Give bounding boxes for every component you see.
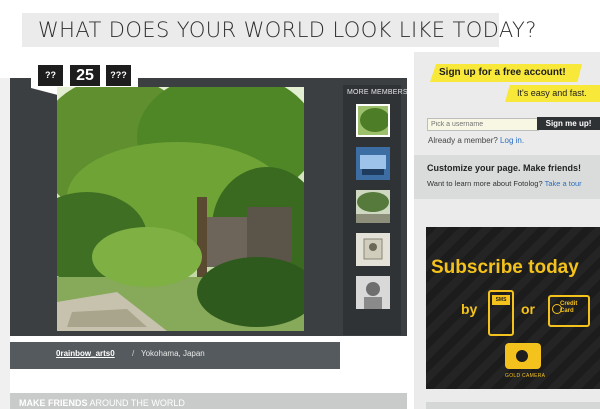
card-label: Credit Card xyxy=(560,301,577,315)
subscribe-ad[interactable]: Subscribe today by SMS or Credit Card GOL… xyxy=(426,227,600,389)
member-thumb-5[interactable] xyxy=(356,276,390,309)
sms-label: SMS xyxy=(492,295,510,305)
page-title: WHAT DOES YOUR WORLD LOOK LIKE TODAY? xyxy=(38,18,537,42)
ad-by: by xyxy=(461,301,478,317)
forest-garden-photo-icon xyxy=(57,87,304,331)
take-tour-link[interactable]: Take a tour xyxy=(545,179,582,188)
signup-subline: It's easy and fast. xyxy=(517,88,587,98)
username-input[interactable] xyxy=(427,118,539,131)
main-photo[interactable] xyxy=(57,87,304,331)
card-label-1: Credit xyxy=(560,301,578,307)
right-bottom-panel xyxy=(426,402,600,409)
page-header: WHAT DOES YOUR WORLD LOOK LIKE TODAY? xyxy=(22,13,536,47)
thumb-device-icon xyxy=(356,233,390,266)
username-link[interactable]: 0rainbow_arts0 xyxy=(56,349,115,358)
login-prompt: Already a member? Log in. xyxy=(428,136,524,145)
ad-or: or xyxy=(521,301,535,317)
learn-more-text: Want to learn more about Fotolog? xyxy=(427,179,543,188)
thumb-room-icon xyxy=(356,147,390,180)
date-month[interactable]: ?? xyxy=(38,65,63,86)
caption-separator: / xyxy=(132,349,135,358)
member-thumb-4[interactable] xyxy=(356,233,390,266)
date-year[interactable]: ??? xyxy=(106,65,131,86)
customize-panel: Customize your page. Make friends! Want … xyxy=(414,155,600,199)
learn-more-line: Want to learn more about Fotolog? Take a… xyxy=(427,179,582,188)
make-friends-bold: MAKE FRIENDS xyxy=(19,398,88,408)
make-friends-bar: MAKE FRIENDS AROUND THE WORLD xyxy=(10,393,407,409)
card-label-2: Card xyxy=(560,308,574,314)
date-day[interactable]: 25 xyxy=(70,65,100,86)
member-thumb-2[interactable] xyxy=(356,147,390,180)
signup-headline-banner: Sign up for a free account! xyxy=(430,64,582,82)
camera-icon xyxy=(505,343,541,369)
member-thumb-1[interactable] xyxy=(356,104,390,137)
camera-lens xyxy=(514,348,530,364)
login-link[interactable]: Log in. xyxy=(500,136,524,145)
more-members-label: MORE MEMBERS xyxy=(347,89,408,96)
make-friends-heading: MAKE FRIENDS AROUND THE WORLD xyxy=(19,398,185,408)
left-gutter xyxy=(0,78,10,409)
photo-caption-bar: 0rainbow_arts0 / Yokohama, Japan xyxy=(10,342,340,369)
member-prompt-text: Already a member? xyxy=(428,136,498,145)
ad-headline: Subscribe today xyxy=(431,257,579,278)
signup-headline: Sign up for a free account! xyxy=(439,67,566,78)
thumb-garden-icon xyxy=(356,190,390,223)
phone-icon: SMS xyxy=(488,290,514,336)
credit-card-icon: Credit Card xyxy=(548,295,590,327)
sign-me-up-button[interactable]: Sign me up! xyxy=(537,117,600,130)
member-thumb-3[interactable] xyxy=(356,190,390,223)
camera-label: GOLD CAMERA xyxy=(505,373,546,379)
customize-title: Customize your page. Make friends! xyxy=(427,163,582,173)
thumb-tree-icon xyxy=(358,106,388,135)
thumb-portrait-icon xyxy=(356,276,390,309)
signup-subline-banner: It's easy and fast. xyxy=(505,85,600,102)
make-friends-rest: AROUND THE WORLD xyxy=(87,398,185,408)
location-text: Yokohama, Japan xyxy=(141,349,205,358)
